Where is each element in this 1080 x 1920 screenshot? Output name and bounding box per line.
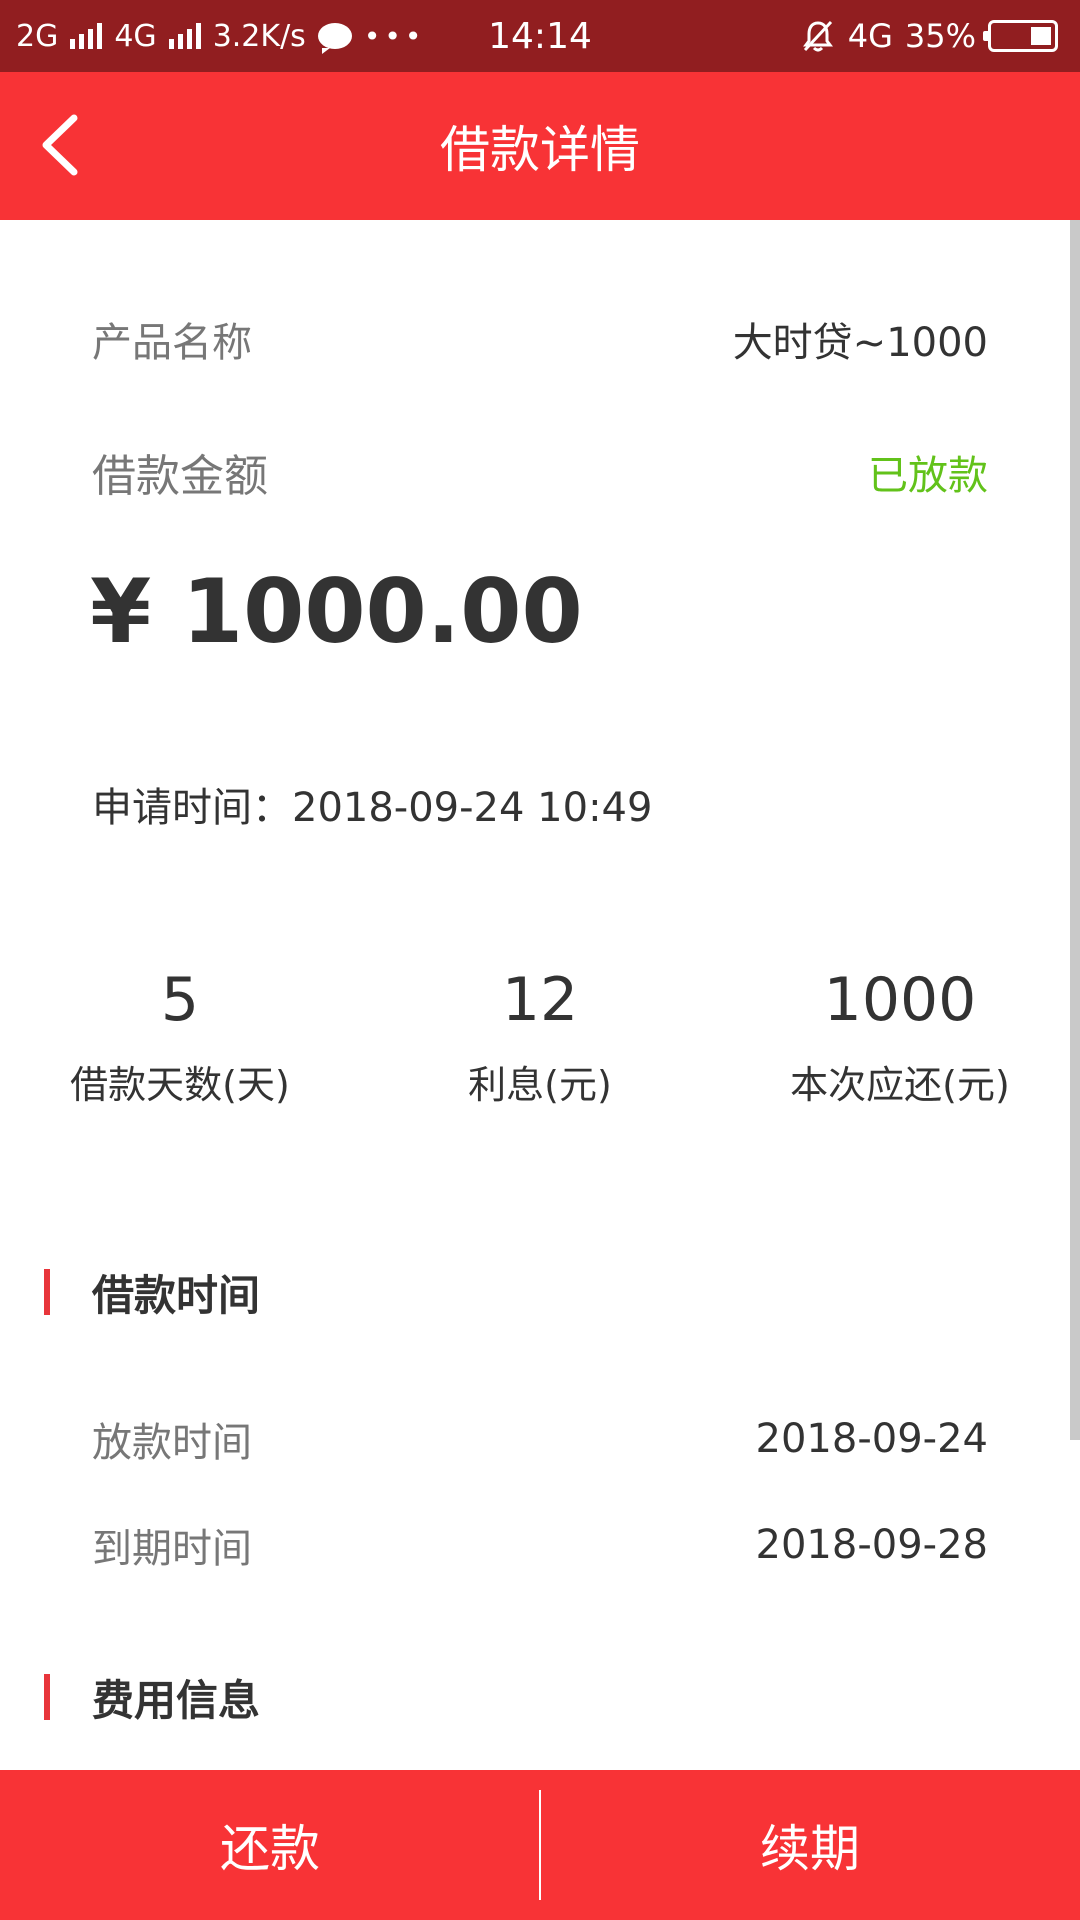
section-fee-info: 费用信息 bbox=[44, 1672, 260, 1725]
product-value: 大时贷~1000 bbox=[732, 320, 988, 366]
apply-time: 申请时间：2018-09-24 10:49 bbox=[92, 785, 653, 831]
section-accent-bar bbox=[44, 1674, 50, 1720]
status-badge: 已放款 bbox=[868, 453, 988, 499]
loan-amount-value: ¥ 1000.00 bbox=[90, 560, 583, 663]
repay-button[interactable]: 还款 bbox=[0, 1770, 540, 1920]
section-accent-bar bbox=[44, 1269, 50, 1315]
stat-caption: 本次应还(元) bbox=[790, 1063, 1010, 1107]
page-title: 借款详情 bbox=[440, 121, 640, 179]
battery-percent: 35% bbox=[904, 17, 976, 55]
battery-icon bbox=[983, 20, 1058, 52]
stat-loan-days: 5 借款天数(天) bbox=[0, 960, 360, 1109]
loan-amount-row: 借款金额 已放款 bbox=[92, 440, 988, 504]
due-time-value: 2018-09-28 bbox=[755, 1522, 988, 1568]
stat-value: 12 bbox=[501, 965, 579, 1035]
section-loan-time: 借款时间 bbox=[44, 1267, 260, 1320]
section-title: 借款时间 bbox=[92, 1270, 261, 1320]
product-row: 产品名称 大时贷~1000 bbox=[92, 310, 988, 368]
loan-detail-content[interactable]: 产品名称 大时贷~1000 借款金额 已放款 ¥ 1000.00 申请时间：20… bbox=[0, 220, 1080, 1770]
network-type-right: 4G bbox=[847, 17, 893, 55]
disburse-time-label: 放款时间 bbox=[92, 1420, 252, 1466]
loan-amount-label: 借款金额 bbox=[92, 451, 268, 502]
stat-caption: 利息(元) bbox=[468, 1063, 612, 1107]
mute-bell-icon bbox=[802, 20, 833, 52]
stat-interest: 12 利息(元) bbox=[360, 960, 720, 1109]
status-bar-right: 4G 35% bbox=[800, 0, 1058, 72]
disburse-time-row: 放款时间 2018-09-24 bbox=[92, 1410, 988, 1468]
section-title: 费用信息 bbox=[92, 1675, 261, 1725]
renew-button[interactable]: 续期 bbox=[540, 1770, 1080, 1920]
stat-value: 5 bbox=[160, 965, 200, 1035]
loan-stats: 5 借款天数(天) 12 利息(元) 1000 本次应还(元) bbox=[0, 960, 1080, 1140]
bottom-action-bar: 还款 续期 bbox=[0, 1770, 1080, 1920]
product-label: 产品名称 bbox=[92, 320, 252, 366]
due-time-label: 到期时间 bbox=[92, 1526, 252, 1572]
scrollbar[interactable] bbox=[1070, 220, 1080, 1440]
due-time-row: 到期时间 2018-09-28 bbox=[92, 1516, 988, 1574]
app-header: 借款详情 bbox=[0, 72, 1080, 220]
stat-repay-amount: 1000 本次应还(元) bbox=[720, 960, 1080, 1109]
disburse-time-value: 2018-09-24 bbox=[755, 1416, 988, 1462]
stat-caption: 借款天数(天) bbox=[70, 1063, 290, 1107]
stat-value: 1000 bbox=[823, 965, 977, 1035]
status-bar: 2G 4G 3.2K/s ••• 14:14 4G 35% bbox=[0, 0, 1080, 72]
